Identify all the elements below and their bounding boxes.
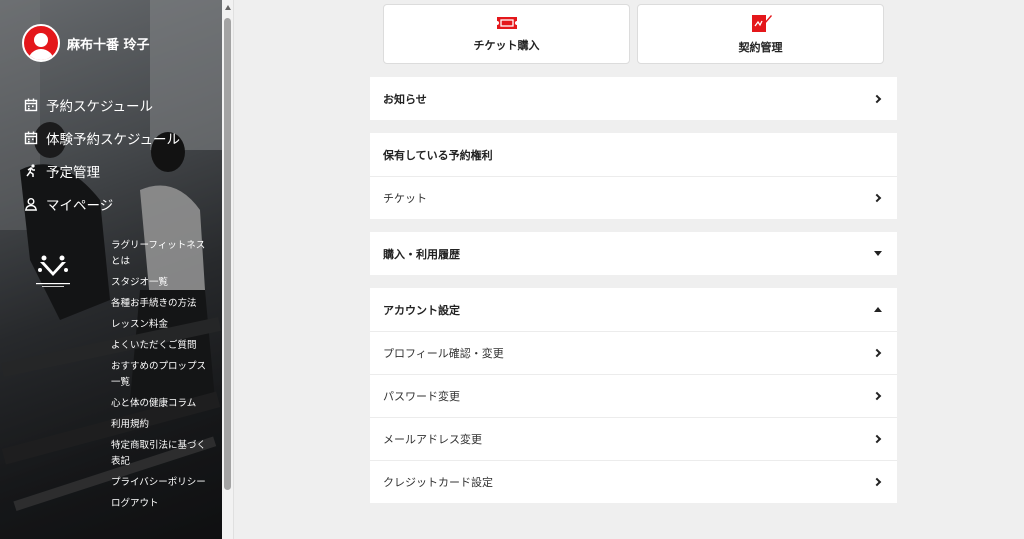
caret-up-icon xyxy=(874,307,882,312)
news-label: お知らせ xyxy=(383,92,427,106)
profile-row[interactable]: プロフィール確認・変更 xyxy=(370,331,897,374)
chevron-right-icon xyxy=(872,477,882,487)
email-label: メールアドレス変更 xyxy=(383,433,482,446)
history-row[interactable]: 購入・利用履歴 xyxy=(370,232,897,275)
chevron-right-icon xyxy=(872,94,882,103)
profile-label: プロフィール確認・変更 xyxy=(383,347,504,360)
history-label: 購入・利用履歴 xyxy=(383,247,460,261)
link-column[interactable]: 心と体の健康コラム xyxy=(111,396,211,412)
user-name: 麻布十番 玲子 xyxy=(67,37,150,53)
nav-item-trial-schedule[interactable]: 体験予約スケジュール xyxy=(24,121,180,154)
account-settings-label: アカウント設定 xyxy=(383,303,460,317)
scroll-thumb[interactable] xyxy=(224,18,231,490)
chevron-right-icon xyxy=(872,348,882,358)
link-terms[interactable]: 利用規約 xyxy=(111,417,211,433)
ticket-purchase-button[interactable]: チケット購入 xyxy=(383,4,630,64)
chevron-right-icon xyxy=(872,391,882,401)
nav-item-label: 体験予約スケジュール xyxy=(46,131,181,148)
account-settings-section: アカウント設定 プロフィール確認・変更 パスワード変更 メールアドレス変更 クレ… xyxy=(370,288,897,503)
nav-item-reservation-schedule[interactable]: 予約スケジュール xyxy=(24,88,180,121)
news-section: お知らせ xyxy=(370,77,897,120)
logo-icon xyxy=(36,255,70,287)
ticket-row[interactable]: チケット xyxy=(370,176,897,219)
user-profile[interactable]: 麻布十番 玲子 xyxy=(22,24,150,62)
scroll-up-arrow-icon[interactable] xyxy=(225,5,231,10)
link-about[interactable]: ラグリーフィットネスとは xyxy=(111,238,211,270)
sidebar-scrollbar[interactable] xyxy=(222,0,234,539)
sidebar: 麻布十番 玲子 予約スケジュール 体験予約スケジュール 予定管理 マイページ ラ… xyxy=(0,0,222,539)
credit-card-label: クレジットカード設定 xyxy=(383,476,493,489)
link-studios[interactable]: スタジオ一覧 xyxy=(111,275,211,291)
link-props[interactable]: おすすめのプロップス一覧 xyxy=(111,359,211,391)
brand-logo xyxy=(28,252,78,292)
calendar-icon xyxy=(24,131,38,144)
nav-item-label: 予約スケジュール xyxy=(46,98,154,115)
nav-item-schedule-management[interactable]: 予定管理 xyxy=(24,154,180,187)
sidebar-nav: 予約スケジュール 体験予約スケジュール 予定管理 マイページ xyxy=(24,88,180,220)
nav-item-my-page[interactable]: マイページ xyxy=(24,187,180,220)
caret-down-icon xyxy=(874,251,882,256)
news-row[interactable]: お知らせ xyxy=(370,77,897,120)
reservation-rights-label: 保有している予約権利 xyxy=(383,148,493,162)
nav-item-label: 予定管理 xyxy=(46,164,100,181)
contract-management-button[interactable]: 契約管理 xyxy=(637,4,884,64)
action-cards: チケット購入 契約管理 xyxy=(383,4,884,64)
link-logout[interactable]: ログアウト xyxy=(111,496,211,512)
email-row[interactable]: メールアドレス変更 xyxy=(370,417,897,460)
link-pricing[interactable]: レッスン料金 xyxy=(111,317,211,333)
credit-card-row[interactable]: クレジットカード設定 xyxy=(370,460,897,503)
calendar-icon xyxy=(24,98,38,111)
runner-icon xyxy=(26,163,35,177)
password-row[interactable]: パスワード変更 xyxy=(370,374,897,417)
ticket-purchase-label: チケット購入 xyxy=(473,39,540,52)
reservation-rights-section: 保有している予約権利 チケット xyxy=(370,133,897,219)
user-icon xyxy=(24,197,38,211)
link-procedures[interactable]: 各種お手続きの方法 xyxy=(111,296,211,312)
history-section: 購入・利用履歴 xyxy=(370,232,897,275)
contract-management-label: 契約管理 xyxy=(738,41,783,54)
nav-item-label: マイページ xyxy=(46,197,114,214)
ticket-label: チケット xyxy=(383,192,427,205)
link-faq[interactable]: よくいただくご質問 xyxy=(111,338,211,354)
ticket-icon xyxy=(496,17,517,29)
link-commercial-law[interactable]: 特定商取引法に基づく表記 xyxy=(111,438,211,470)
footer-links: ラグリーフィットネスとは スタジオ一覧 各種お手続きの方法 レッスン料金 よくい… xyxy=(111,238,211,517)
avatar-icon xyxy=(22,24,60,62)
chevron-right-icon xyxy=(872,434,882,444)
contract-icon xyxy=(751,15,772,32)
link-privacy[interactable]: プライバシーポリシー xyxy=(111,475,211,491)
password-label: パスワード変更 xyxy=(383,390,460,403)
account-settings-header[interactable]: アカウント設定 xyxy=(370,288,897,331)
reservation-rights-header: 保有している予約権利 xyxy=(370,133,897,176)
chevron-right-icon xyxy=(872,193,882,203)
